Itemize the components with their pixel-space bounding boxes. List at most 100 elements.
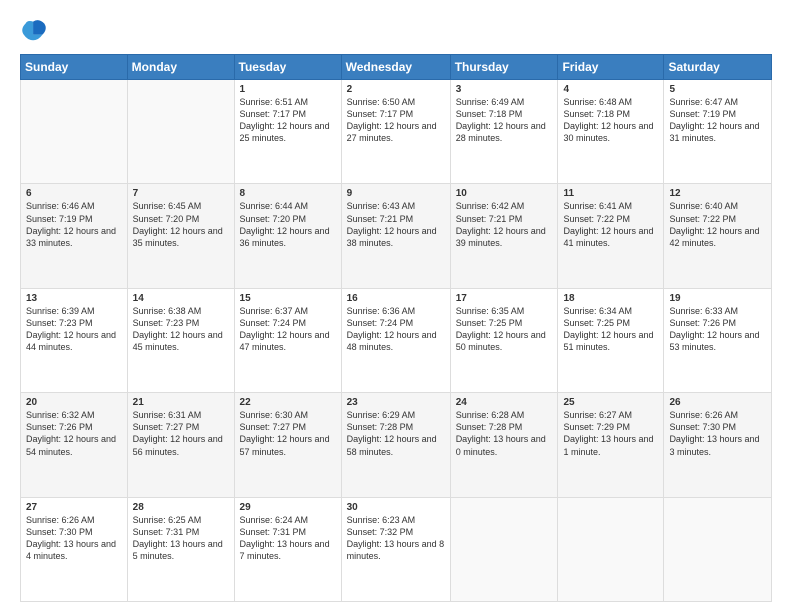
day-number: 26 xyxy=(669,397,766,408)
calendar-cell: 2Sunrise: 6:50 AMSunset: 7:17 PMDaylight… xyxy=(341,80,450,184)
weekday-header-wednesday: Wednesday xyxy=(341,55,450,80)
day-number: 30 xyxy=(347,502,445,513)
calendar-cell: 20Sunrise: 6:32 AMSunset: 7:26 PMDayligh… xyxy=(21,393,128,497)
weekday-header-friday: Friday xyxy=(558,55,664,80)
day-info: Sunrise: 6:41 AMSunset: 7:22 PMDaylight:… xyxy=(563,200,658,249)
day-number: 6 xyxy=(26,188,122,199)
day-info: Sunrise: 6:50 AMSunset: 7:17 PMDaylight:… xyxy=(347,96,445,145)
day-info: Sunrise: 6:44 AMSunset: 7:20 PMDaylight:… xyxy=(240,200,336,249)
day-number: 5 xyxy=(669,84,766,95)
day-number: 1 xyxy=(240,84,336,95)
day-number: 20 xyxy=(26,397,122,408)
day-info: Sunrise: 6:42 AMSunset: 7:21 PMDaylight:… xyxy=(456,200,553,249)
day-info: Sunrise: 6:51 AMSunset: 7:17 PMDaylight:… xyxy=(240,96,336,145)
calendar-cell: 23Sunrise: 6:29 AMSunset: 7:28 PMDayligh… xyxy=(341,393,450,497)
weekday-header-monday: Monday xyxy=(127,55,234,80)
calendar-cell: 7Sunrise: 6:45 AMSunset: 7:20 PMDaylight… xyxy=(127,184,234,288)
day-number: 9 xyxy=(347,188,445,199)
calendar-cell: 14Sunrise: 6:38 AMSunset: 7:23 PMDayligh… xyxy=(127,288,234,392)
calendar-week-1: 1Sunrise: 6:51 AMSunset: 7:17 PMDaylight… xyxy=(21,80,772,184)
day-number: 29 xyxy=(240,502,336,513)
calendar-cell: 22Sunrise: 6:30 AMSunset: 7:27 PMDayligh… xyxy=(234,393,341,497)
calendar-week-3: 13Sunrise: 6:39 AMSunset: 7:23 PMDayligh… xyxy=(21,288,772,392)
day-info: Sunrise: 6:25 AMSunset: 7:31 PMDaylight:… xyxy=(133,514,229,563)
day-number: 23 xyxy=(347,397,445,408)
calendar-cell: 27Sunrise: 6:26 AMSunset: 7:30 PMDayligh… xyxy=(21,497,128,601)
calendar-cell: 13Sunrise: 6:39 AMSunset: 7:23 PMDayligh… xyxy=(21,288,128,392)
calendar-cell: 12Sunrise: 6:40 AMSunset: 7:22 PMDayligh… xyxy=(664,184,772,288)
calendar-cell xyxy=(558,497,664,601)
day-number: 2 xyxy=(347,84,445,95)
calendar-cell: 29Sunrise: 6:24 AMSunset: 7:31 PMDayligh… xyxy=(234,497,341,601)
day-number: 15 xyxy=(240,293,336,304)
page: SundayMondayTuesdayWednesdayThursdayFrid… xyxy=(0,0,792,612)
calendar-cell: 6Sunrise: 6:46 AMSunset: 7:19 PMDaylight… xyxy=(21,184,128,288)
calendar-cell: 24Sunrise: 6:28 AMSunset: 7:28 PMDayligh… xyxy=(450,393,558,497)
day-info: Sunrise: 6:46 AMSunset: 7:19 PMDaylight:… xyxy=(26,200,122,249)
day-number: 3 xyxy=(456,84,553,95)
calendar-cell: 21Sunrise: 6:31 AMSunset: 7:27 PMDayligh… xyxy=(127,393,234,497)
day-number: 16 xyxy=(347,293,445,304)
day-info: Sunrise: 6:43 AMSunset: 7:21 PMDaylight:… xyxy=(347,200,445,249)
day-info: Sunrise: 6:29 AMSunset: 7:28 PMDaylight:… xyxy=(347,409,445,458)
day-number: 25 xyxy=(563,397,658,408)
weekday-header-sunday: Sunday xyxy=(21,55,128,80)
day-info: Sunrise: 6:30 AMSunset: 7:27 PMDaylight:… xyxy=(240,409,336,458)
day-info: Sunrise: 6:24 AMSunset: 7:31 PMDaylight:… xyxy=(240,514,336,563)
calendar-cell: 26Sunrise: 6:26 AMSunset: 7:30 PMDayligh… xyxy=(664,393,772,497)
calendar-header-row: SundayMondayTuesdayWednesdayThursdayFrid… xyxy=(21,55,772,80)
calendar-cell: 8Sunrise: 6:44 AMSunset: 7:20 PMDaylight… xyxy=(234,184,341,288)
day-number: 8 xyxy=(240,188,336,199)
calendar-cell xyxy=(21,80,128,184)
day-info: Sunrise: 6:27 AMSunset: 7:29 PMDaylight:… xyxy=(563,409,658,458)
logo xyxy=(20,16,52,44)
day-info: Sunrise: 6:34 AMSunset: 7:25 PMDaylight:… xyxy=(563,305,658,354)
calendar-cell: 4Sunrise: 6:48 AMSunset: 7:18 PMDaylight… xyxy=(558,80,664,184)
calendar-week-4: 20Sunrise: 6:32 AMSunset: 7:26 PMDayligh… xyxy=(21,393,772,497)
calendar-cell: 18Sunrise: 6:34 AMSunset: 7:25 PMDayligh… xyxy=(558,288,664,392)
day-info: Sunrise: 6:45 AMSunset: 7:20 PMDaylight:… xyxy=(133,200,229,249)
day-info: Sunrise: 6:26 AMSunset: 7:30 PMDaylight:… xyxy=(26,514,122,563)
calendar-cell: 19Sunrise: 6:33 AMSunset: 7:26 PMDayligh… xyxy=(664,288,772,392)
calendar-cell: 16Sunrise: 6:36 AMSunset: 7:24 PMDayligh… xyxy=(341,288,450,392)
day-info: Sunrise: 6:40 AMSunset: 7:22 PMDaylight:… xyxy=(669,200,766,249)
day-number: 10 xyxy=(456,188,553,199)
header xyxy=(20,16,772,44)
day-info: Sunrise: 6:37 AMSunset: 7:24 PMDaylight:… xyxy=(240,305,336,354)
calendar-cell: 3Sunrise: 6:49 AMSunset: 7:18 PMDaylight… xyxy=(450,80,558,184)
logo-icon xyxy=(20,16,48,44)
day-info: Sunrise: 6:32 AMSunset: 7:26 PMDaylight:… xyxy=(26,409,122,458)
calendar-cell: 1Sunrise: 6:51 AMSunset: 7:17 PMDaylight… xyxy=(234,80,341,184)
day-info: Sunrise: 6:47 AMSunset: 7:19 PMDaylight:… xyxy=(669,96,766,145)
day-info: Sunrise: 6:23 AMSunset: 7:32 PMDaylight:… xyxy=(347,514,445,563)
day-number: 17 xyxy=(456,293,553,304)
calendar-cell: 25Sunrise: 6:27 AMSunset: 7:29 PMDayligh… xyxy=(558,393,664,497)
calendar-cell: 11Sunrise: 6:41 AMSunset: 7:22 PMDayligh… xyxy=(558,184,664,288)
calendar-cell: 9Sunrise: 6:43 AMSunset: 7:21 PMDaylight… xyxy=(341,184,450,288)
calendar-cell: 28Sunrise: 6:25 AMSunset: 7:31 PMDayligh… xyxy=(127,497,234,601)
weekday-header-tuesday: Tuesday xyxy=(234,55,341,80)
calendar-cell: 10Sunrise: 6:42 AMSunset: 7:21 PMDayligh… xyxy=(450,184,558,288)
day-number: 21 xyxy=(133,397,229,408)
day-number: 12 xyxy=(669,188,766,199)
day-number: 22 xyxy=(240,397,336,408)
calendar-cell xyxy=(127,80,234,184)
day-info: Sunrise: 6:26 AMSunset: 7:30 PMDaylight:… xyxy=(669,409,766,458)
day-info: Sunrise: 6:35 AMSunset: 7:25 PMDaylight:… xyxy=(456,305,553,354)
calendar-cell: 30Sunrise: 6:23 AMSunset: 7:32 PMDayligh… xyxy=(341,497,450,601)
calendar-week-5: 27Sunrise: 6:26 AMSunset: 7:30 PMDayligh… xyxy=(21,497,772,601)
day-info: Sunrise: 6:31 AMSunset: 7:27 PMDaylight:… xyxy=(133,409,229,458)
calendar-cell: 17Sunrise: 6:35 AMSunset: 7:25 PMDayligh… xyxy=(450,288,558,392)
calendar-cell: 15Sunrise: 6:37 AMSunset: 7:24 PMDayligh… xyxy=(234,288,341,392)
day-number: 28 xyxy=(133,502,229,513)
weekday-header-thursday: Thursday xyxy=(450,55,558,80)
day-info: Sunrise: 6:49 AMSunset: 7:18 PMDaylight:… xyxy=(456,96,553,145)
calendar-week-2: 6Sunrise: 6:46 AMSunset: 7:19 PMDaylight… xyxy=(21,184,772,288)
day-info: Sunrise: 6:36 AMSunset: 7:24 PMDaylight:… xyxy=(347,305,445,354)
day-number: 19 xyxy=(669,293,766,304)
day-number: 18 xyxy=(563,293,658,304)
calendar-cell xyxy=(450,497,558,601)
day-number: 11 xyxy=(563,188,658,199)
day-info: Sunrise: 6:33 AMSunset: 7:26 PMDaylight:… xyxy=(669,305,766,354)
day-number: 27 xyxy=(26,502,122,513)
